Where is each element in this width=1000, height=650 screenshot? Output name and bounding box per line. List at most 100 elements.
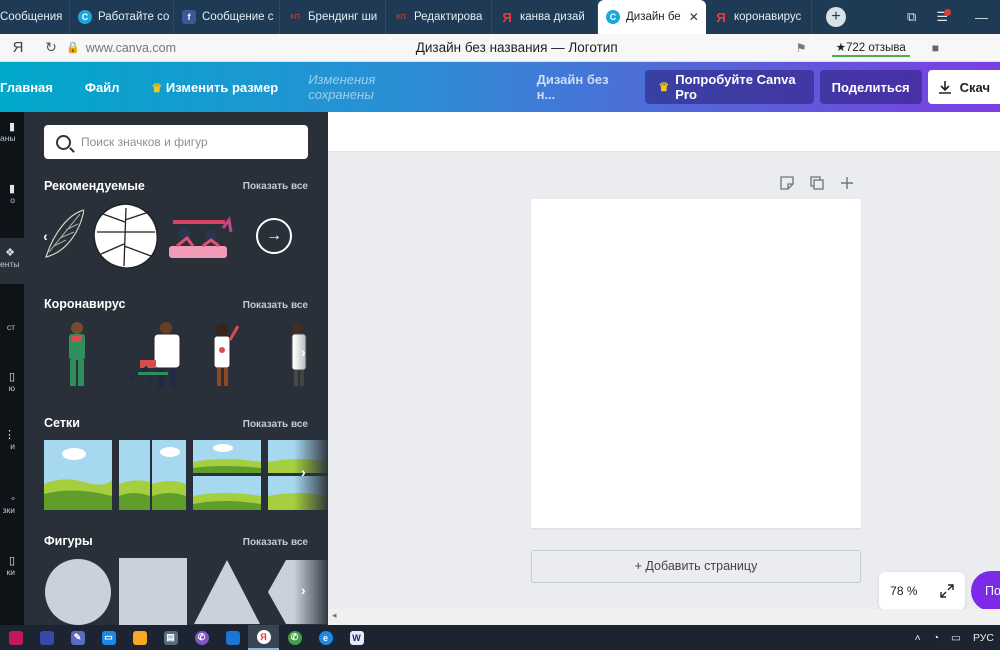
tab-label: Сообщения <box>0 11 63 23</box>
resize-button[interactable]: ♛ Изменить размер <box>135 80 294 95</box>
taskbar-edge[interactable]: e <box>310 625 341 650</box>
monstera-leaf-element[interactable] <box>91 202 161 272</box>
show-all-shapes[interactable]: Показать все <box>243 537 308 548</box>
rail-uploads[interactable]: ◦ зки <box>0 494 24 524</box>
share-button[interactable]: Поделиться <box>819 70 922 104</box>
download-button[interactable]: Скач <box>927 70 1000 104</box>
fullscreen-icon[interactable] <box>940 584 954 598</box>
section-title-recommended: Рекомендуемые <box>44 179 145 193</box>
yandex-button[interactable]: Я <box>0 39 36 56</box>
templates-icon: ▮ <box>8 121 15 133</box>
rail-text[interactable]: ст <box>0 322 24 346</box>
tab-label: коронавирус <box>734 11 802 23</box>
taskbar-word[interactable]: W <box>341 625 372 650</box>
add-page-icon[interactable] <box>840 176 854 190</box>
row-fade <box>294 558 328 625</box>
tab-branding[interactable]: КП Брендинг ши <box>280 0 386 34</box>
canva-header: Главная Файл ♛ Изменить размер Изменения… <box>0 62 1000 112</box>
rail-background[interactable]: ⋮ и <box>0 430 24 460</box>
taskbar-viber[interactable]: ✆ <box>186 625 217 650</box>
file-menu[interactable]: Файл <box>69 80 136 95</box>
network-icon[interactable]: ◔ <box>933 632 939 644</box>
reload-icon[interactable]: ↻ <box>36 39 66 56</box>
bookmark-icon[interactable]: ■ <box>932 41 939 55</box>
people-activity-element[interactable] <box>165 202 235 272</box>
canva-icon: C <box>78 10 92 24</box>
tab-canva-work[interactable]: C Работайте со <box>70 0 174 34</box>
tab-yandex-canva[interactable]: Я канва дизай <box>492 0 598 34</box>
taskbar-yandex-browser[interactable]: Я <box>248 625 279 650</box>
try-pro-button[interactable]: ♛ Попробуйте Canva Pro <box>644 70 814 104</box>
female-doctor-element[interactable] <box>206 320 242 390</box>
taskbar-app-2[interactable] <box>31 625 62 650</box>
tab-facebook-message[interactable]: f Сообщение с <box>174 0 280 34</box>
next-arrow-icon[interactable]: → <box>256 218 292 254</box>
next-chevron-icon[interactable]: › <box>301 582 306 598</box>
duplicate-page-icon[interactable] <box>810 176 824 190</box>
url-field[interactable]: www.canva.com <box>86 41 416 55</box>
taskbar-store[interactable]: ▤ <box>155 625 186 650</box>
scroll-left-icon[interactable]: ‹ <box>44 228 48 244</box>
next-chevron-icon[interactable]: › <box>301 464 306 480</box>
note-icon[interactable] <box>780 176 794 190</box>
home-link[interactable]: Главная <box>0 80 69 95</box>
tab-yandex-coronavirus[interactable]: Я коронавирус <box>706 0 812 34</box>
taskbar-app-8[interactable] <box>217 625 248 650</box>
grid-split-right[interactable] <box>152 440 186 510</box>
circle-shape[interactable] <box>44 558 112 625</box>
search-input[interactable] <box>81 135 291 149</box>
taskbar-whatsapp[interactable]: ✆ <box>279 625 310 650</box>
search-box[interactable] <box>44 125 308 159</box>
language-indicator[interactable]: РУС <box>973 632 994 644</box>
taskbar-monitor[interactable]: ▭ <box>93 625 124 650</box>
zoom-control[interactable]: 78 % <box>879 572 965 610</box>
elements-icon: ❖ <box>5 247 15 259</box>
rail-elements[interactable]: ❖ енты <box>0 238 24 284</box>
help-button[interactable]: По <box>971 571 1000 611</box>
square-shape[interactable] <box>119 558 187 625</box>
app-icon <box>39 630 54 645</box>
minimize-icon[interactable]: — <box>975 10 988 25</box>
menu-icon[interactable]: ☰ <box>936 9 955 25</box>
new-tab-button[interactable]: + <box>826 7 846 27</box>
show-all-recommended[interactable]: Показать все <box>243 181 308 192</box>
add-page-button[interactable]: + Добавить страницу <box>531 550 861 583</box>
taskbar-explorer[interactable] <box>124 625 155 650</box>
section-title-coronavirus: Коронавирус <box>44 297 126 311</box>
tab-canva-design[interactable]: C Дизайн бе ✕ <box>598 0 706 34</box>
show-all-grids[interactable]: Показать все <box>243 419 308 430</box>
next-chevron-icon[interactable]: › <box>301 344 306 360</box>
lock-icon[interactable]: 🔒 <box>66 41 80 54</box>
tab-editing[interactable]: КП Редактирова <box>386 0 492 34</box>
show-all-coronavirus[interactable]: Показать все <box>243 300 308 311</box>
tray-expand-icon[interactable]: ˄ <box>915 632 921 644</box>
triangle-shape[interactable] <box>193 558 261 625</box>
scroll-left-arrow-icon[interactable]: ◂ <box>332 610 337 621</box>
close-tab-icon[interactable]: ✕ <box>689 10 699 24</box>
rail-label: о <box>10 195 15 205</box>
grid-top[interactable] <box>193 440 261 473</box>
translate-icon[interactable]: ⚑ <box>796 41 816 55</box>
grid-single[interactable] <box>44 440 112 510</box>
volume-icon[interactable]: ▭ <box>951 632 961 644</box>
doctor-patient-element[interactable] <box>122 320 188 390</box>
rail-templates[interactable]: ▮ аны <box>0 122 24 164</box>
rail-video[interactable]: ▯ ю <box>0 372 24 402</box>
rail-photos[interactable]: ▮ о <box>0 184 24 220</box>
grid-split-left[interactable] <box>119 440 150 510</box>
reviews-badge[interactable]: ★722 отзыва <box>831 39 910 57</box>
yandex-icon: Я <box>502 9 512 25</box>
leaf-sketch-element[interactable] <box>44 202 84 272</box>
medic-figure-element[interactable] <box>62 320 92 390</box>
taskbar-app-1[interactable] <box>0 625 31 650</box>
horizontal-scrollbar[interactable]: ◂ <box>328 609 1000 625</box>
grid-bottom[interactable] <box>193 476 261 510</box>
tab-vk-messages[interactable]: Сообщения <box>0 0 70 34</box>
design-name[interactable]: Дизайн без н... <box>447 72 645 102</box>
design-page[interactable] <box>531 199 861 528</box>
rail-folders[interactable]: ▯ ки <box>0 556 24 586</box>
taskbar-pen[interactable]: ✎ <box>62 625 93 650</box>
tabs-overview-icon[interactable]: ⧉ <box>907 9 916 25</box>
shapes-row: › <box>44 558 328 625</box>
document-icon: W <box>349 630 364 645</box>
